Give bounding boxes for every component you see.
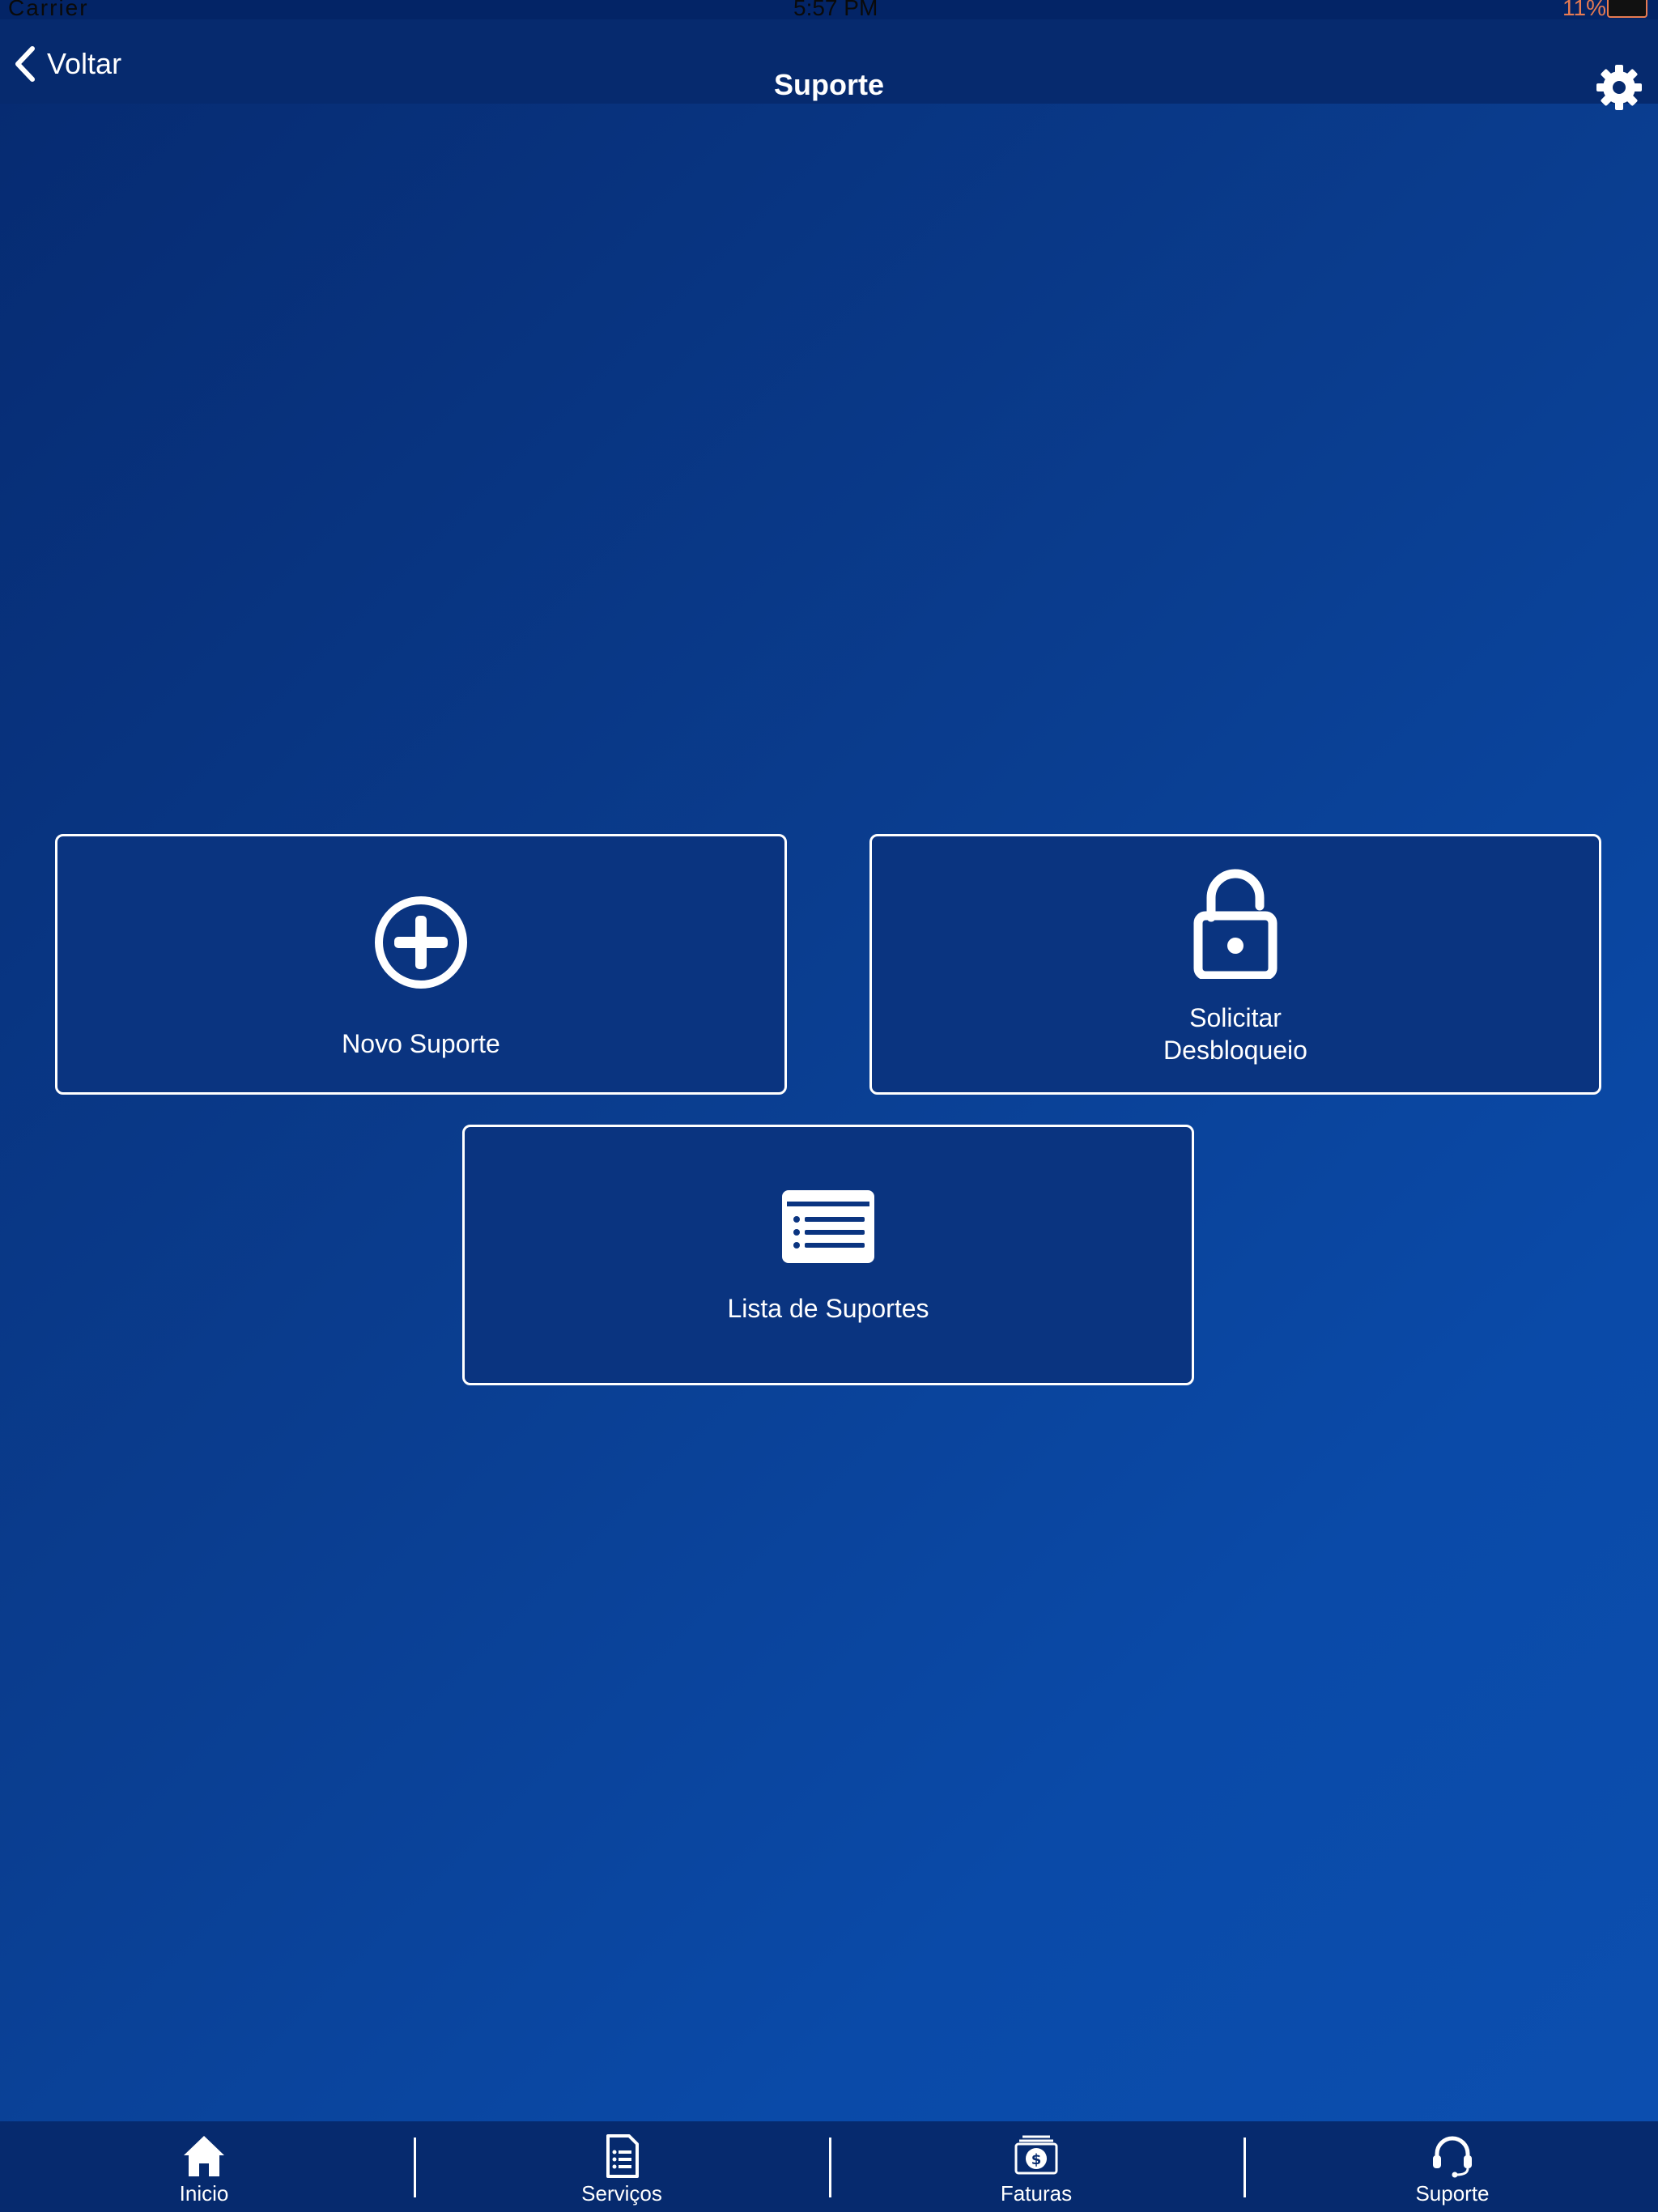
tab-label: Serviços <box>581 2181 662 2206</box>
unlock-icon <box>1193 869 1278 979</box>
request-unlock-label-line2: Desbloqueio <box>1163 1036 1307 1065</box>
tab-bar: Inicio Serviços $ Faturas Suporte <box>0 2121 1658 2212</box>
new-support-label: Novo Suporte <box>342 1029 500 1058</box>
status-bar: Carrier 5:57 PM 11% <box>0 0 1658 20</box>
svg-text:$: $ <box>1031 2151 1042 2168</box>
home-icon <box>184 2136 224 2176</box>
tab-faturas[interactable]: $ Faturas <box>955 2121 1117 2212</box>
navigation-bar: Voltar Suporte <box>0 19 1658 110</box>
tab-divider <box>414 2138 416 2197</box>
tab-label: Faturas <box>1000 2181 1073 2206</box>
tab-label: Suporte <box>1415 2181 1490 2206</box>
new-support-button[interactable]: Novo Suporte <box>55 834 787 1095</box>
tab-inicio[interactable]: Inicio <box>123 2121 285 2212</box>
carrier-label: Carrier <box>8 0 89 20</box>
request-unlock-button[interactable]: Solicitar Desbloqueio <box>869 834 1601 1095</box>
list-icon <box>782 1190 874 1263</box>
tab-label: Inicio <box>179 2181 229 2206</box>
request-unlock-label-line1: Solicitar <box>1189 1003 1282 1032</box>
money-stack-icon: $ <box>1014 2135 1058 2175</box>
tab-divider <box>1244 2138 1246 2197</box>
battery-icon <box>1607 0 1647 18</box>
tab-suporte[interactable]: Suporte <box>1371 2121 1533 2212</box>
support-list-label: Lista de Suportes <box>727 1294 929 1323</box>
gear-icon <box>1596 65 1642 110</box>
page-title: Suporte <box>773 68 884 101</box>
document-list-icon <box>606 2134 639 2178</box>
status-time: 5:57 PM <box>793 0 878 20</box>
support-list-button[interactable]: Lista de Suportes <box>462 1125 1194 1385</box>
tab-servicos[interactable]: Serviços <box>541 2121 703 2212</box>
headset-icon <box>1433 2136 1472 2178</box>
battery-percentage: 11% <box>1562 0 1606 20</box>
plus-circle-icon <box>375 896 467 989</box>
tab-divider <box>829 2138 831 2197</box>
settings-button[interactable] <box>1595 63 1643 112</box>
